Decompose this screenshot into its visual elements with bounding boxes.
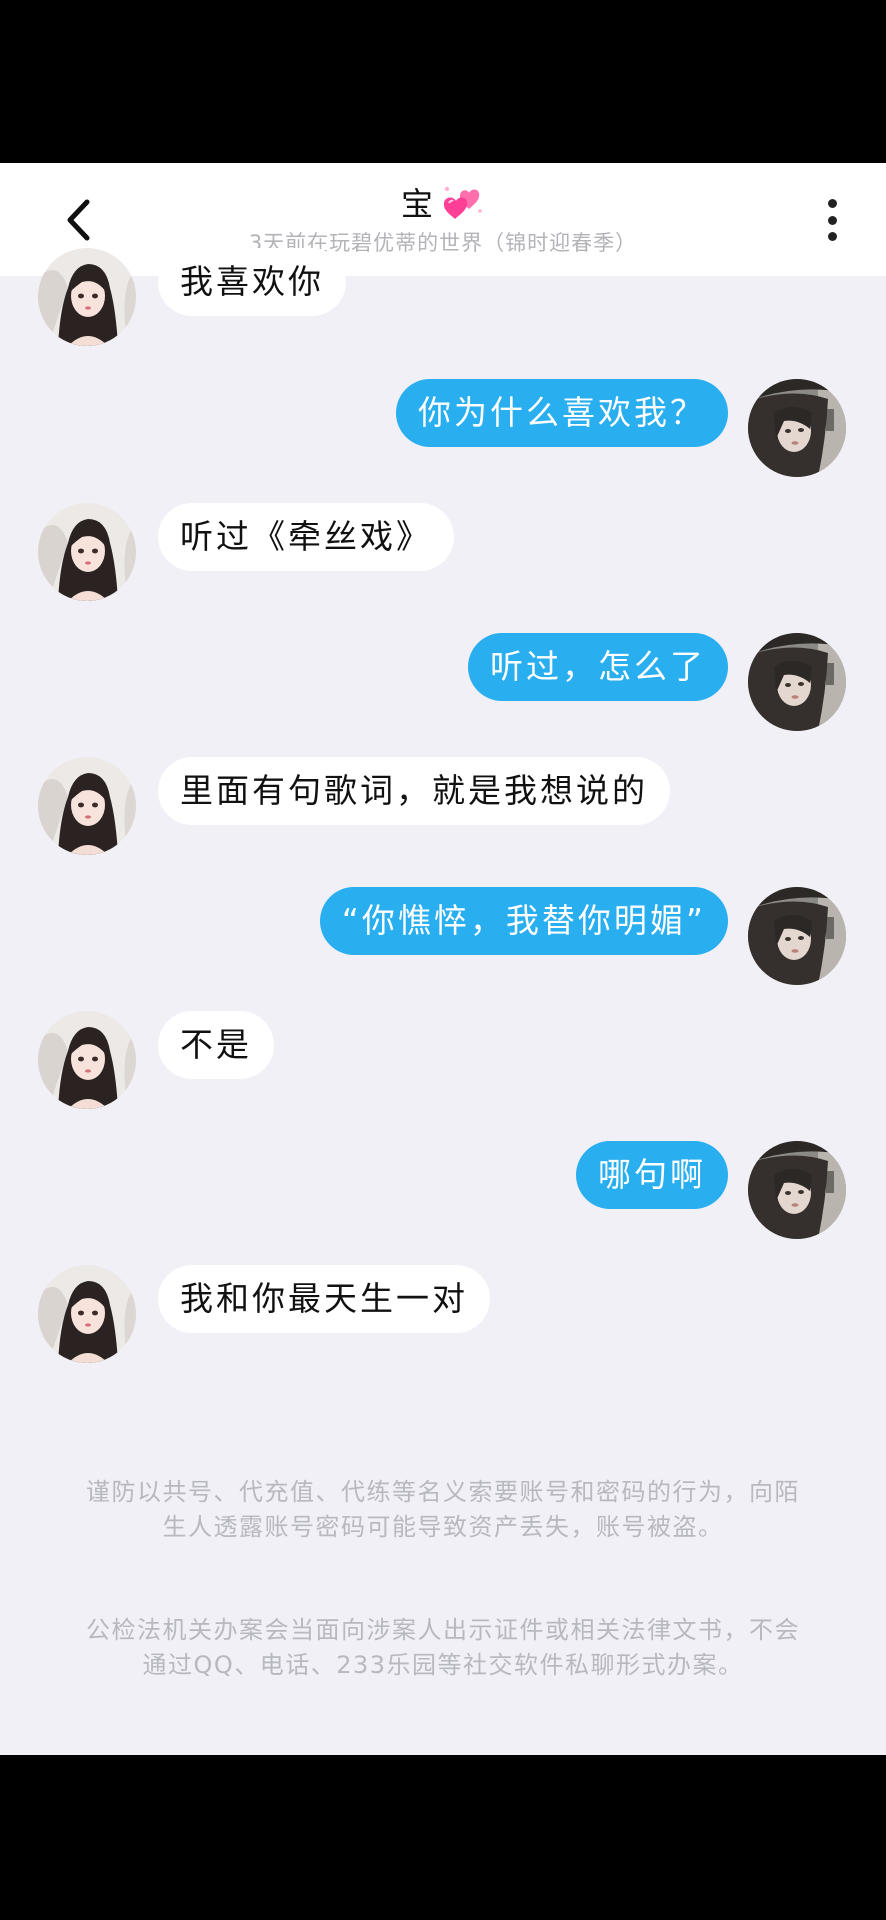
incoming-message[interactable]: 我和你最天生一对 [158, 1265, 490, 1333]
contact-avatar[interactable] [38, 757, 136, 855]
contact-status: 3天前在玩碧优蒂的世界（锦时迎春季） [248, 231, 638, 255]
incoming-message[interactable]: 不是 [158, 1011, 274, 1079]
outgoing-message[interactable]: 听过，怎么了 [468, 633, 728, 701]
avatar-image [38, 1011, 136, 1109]
phone-screen: 宝 3天前在玩碧优蒂的世界（锦时迎春季） 我喜欢你 你为什么喜欢我？ 听过《牵丝… [0, 0, 886, 1920]
contact-avatar[interactable] [38, 1265, 136, 1363]
contact-avatar[interactable] [38, 1011, 136, 1109]
security-notice-2: 公检法机关办案会当面向涉案人出示证件或相关法律文书，不会通过QQ、电话、233乐… [86, 1616, 800, 1679]
avatar-image [38, 503, 136, 601]
chat-header: 宝 3天前在玩碧优蒂的世界（锦时迎春季） [0, 163, 886, 276]
incoming-message[interactable]: 里面有句歌词，就是我想说的 [158, 757, 670, 825]
avatar-image [748, 379, 846, 477]
security-notice-1: 谨防以共号、代充值、代练等名义索要账号和密码的行为，向陌生人透露账号密码可能导致… [86, 1478, 800, 1541]
incoming-message[interactable]: 我喜欢你 [158, 248, 346, 316]
outgoing-message[interactable]: 哪句啊 [576, 1141, 728, 1209]
contact-avatar[interactable] [38, 503, 136, 601]
my-avatar[interactable] [748, 1141, 846, 1239]
incoming-message[interactable]: 听过《牵丝戏》 [158, 503, 454, 571]
my-avatar[interactable] [748, 633, 846, 731]
avatar-image [748, 633, 846, 731]
more-vertical-icon [827, 199, 837, 208]
avatar-image [748, 887, 846, 985]
avatar-image [748, 1141, 846, 1239]
outgoing-message[interactable]: “你憔悴，我替你明媚” [319, 887, 728, 955]
contact-avatar[interactable] [38, 248, 136, 346]
chat-title-area: 宝 3天前在玩碧优蒂的世界（锦时迎春季） [0, 177, 886, 257]
outgoing-message[interactable]: 你为什么喜欢我？ [396, 379, 728, 447]
my-avatar[interactable] [748, 379, 846, 477]
my-avatar[interactable] [748, 887, 846, 985]
contact-name: 宝 [400, 185, 433, 223]
chat-app: 宝 3天前在玩碧优蒂的世界（锦时迎春季） 我喜欢你 你为什么喜欢我？ 听过《牵丝… [0, 163, 886, 1755]
more-options-button[interactable] [816, 193, 848, 247]
avatar-image [38, 1265, 136, 1363]
sparkling-hearts-icon [443, 186, 482, 219]
avatar-image [38, 757, 136, 855]
avatar-image [38, 248, 136, 346]
